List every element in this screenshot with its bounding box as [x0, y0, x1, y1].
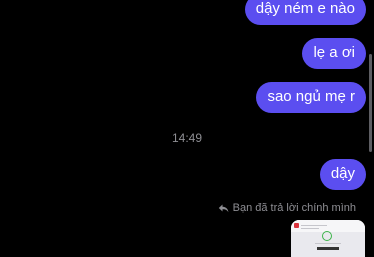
check-icon: [322, 231, 332, 241]
sent-message-bubble[interactable]: dậy ném e nào: [244, 0, 366, 25]
reply-arrow-icon: [218, 204, 229, 213]
image-attachment[interactable]: [291, 220, 365, 257]
sent-message-bubble[interactable]: sao ngủ mẹ r: [256, 82, 366, 113]
reply-indicator: Bạn đã trả lời chính mình: [218, 202, 356, 214]
chat-thread: dậy ném e nào lẹ a ơi sao ngủ mẹ r 14:49…: [0, 0, 374, 257]
sent-message-bubble[interactable]: dậy: [319, 159, 366, 190]
attachment-text-line: [301, 228, 319, 229]
attachment-amount: [317, 247, 339, 250]
attachment-text-line: [315, 243, 341, 244]
sent-message-bubble[interactable]: lẹ a ơi: [302, 38, 366, 69]
scrollbar[interactable]: [369, 54, 372, 152]
bank-logo-icon: [294, 223, 299, 228]
attachment-text-line: [301, 225, 327, 226]
reply-note-text: Bạn đã trả lời chính mình: [232, 202, 356, 214]
message-timestamp: 14:49: [171, 131, 203, 145]
